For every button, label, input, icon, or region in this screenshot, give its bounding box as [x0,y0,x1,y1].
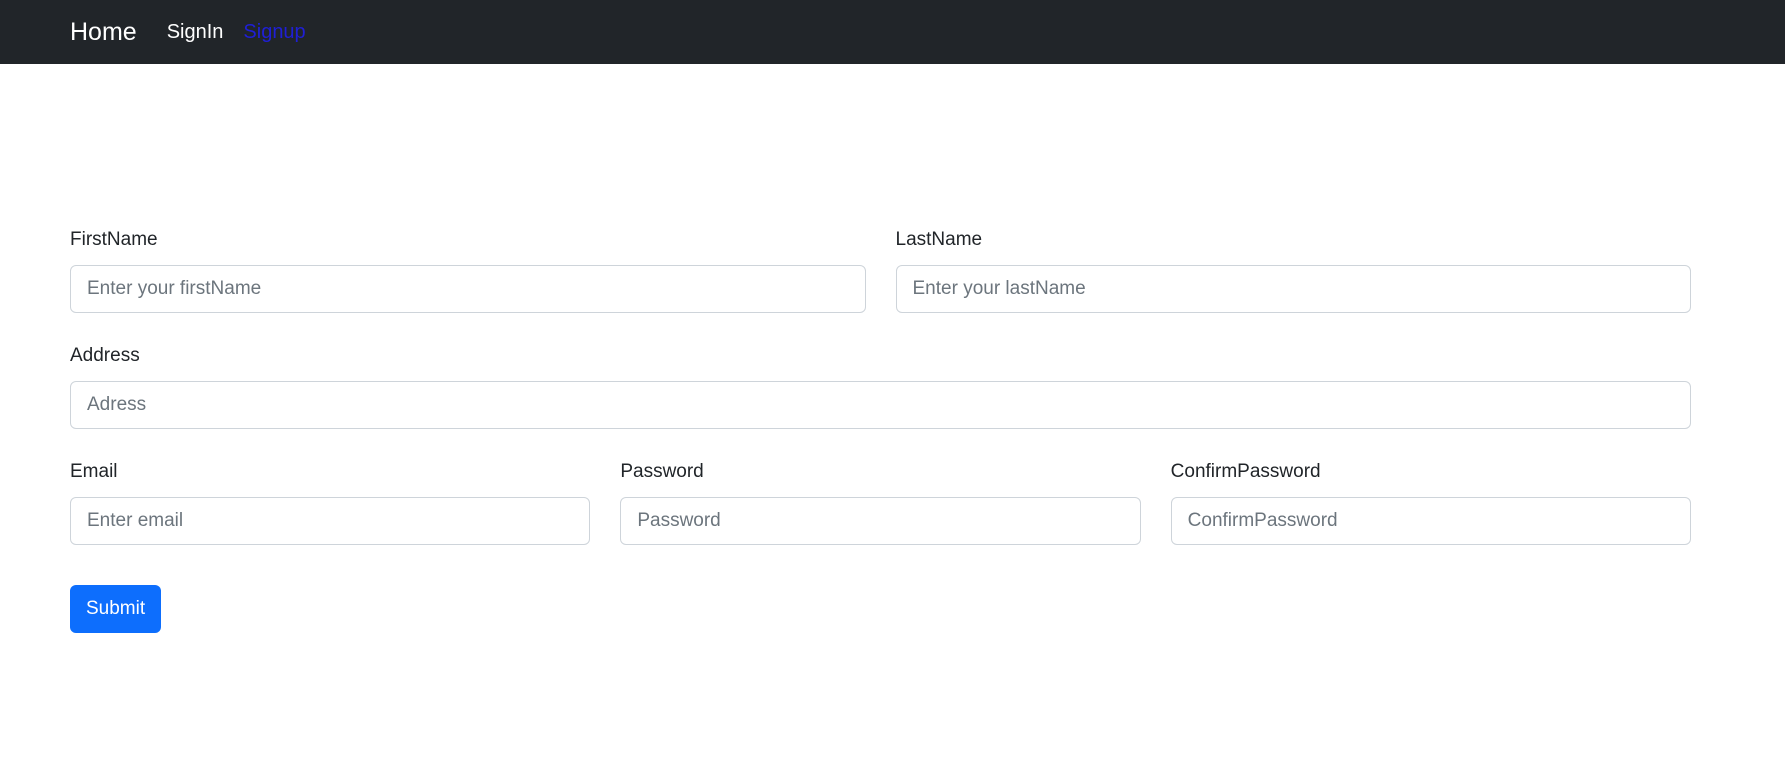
email-group: Email [70,461,591,545]
address-label: Address [70,345,140,366]
credentials-row: Email Password ConfirmPassword [70,461,1691,545]
address-row: Address [70,345,1691,429]
home-brand-link[interactable]: Home [70,18,137,47]
submit-button[interactable]: Submit [70,585,162,633]
first-name-input[interactable] [70,265,866,313]
last-name-label: LastName [895,229,983,250]
confirm-password-input[interactable] [1170,497,1691,545]
nav-link-signup[interactable]: Signup [243,21,305,44]
first-name-group: FirstName [70,229,866,313]
address-input[interactable] [70,381,1691,429]
signup-form: FirstName LastName Address Email Passwor… [70,229,1691,633]
password-label: Password [620,461,704,482]
confirm-password-label: ConfirmPassword [1170,461,1321,482]
nav-link-signin[interactable]: SignIn [167,21,224,44]
first-name-label: FirstName [70,229,158,250]
confirm-password-group: ConfirmPassword [1170,461,1691,545]
address-group: Address [70,345,1691,429]
last-name-group: LastName [895,229,1691,313]
name-row: FirstName LastName [70,229,1691,313]
top-navbar: Home SignIn Signup [0,0,1785,64]
password-input[interactable] [620,497,1141,545]
email-input[interactable] [70,497,591,545]
password-group: Password [620,461,1141,545]
last-name-input[interactable] [895,265,1691,313]
email-label: Email [70,461,118,482]
